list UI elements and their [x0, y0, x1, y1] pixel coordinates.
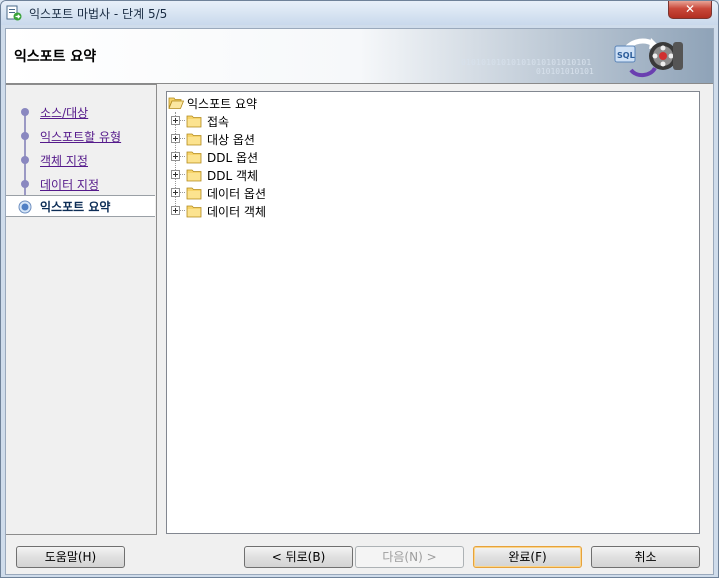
tree-node-label: 데이터 객체 [207, 205, 267, 219]
tree-node-data-objects[interactable]: 데이터 객체 [167, 202, 467, 220]
tree-node-connection[interactable]: 접속 [167, 112, 467, 130]
finish-button[interactable]: 완료(F) [473, 546, 582, 568]
close-icon: ✕ [684, 2, 696, 16]
step-done-icon [21, 132, 29, 140]
tree-connector [180, 138, 185, 140]
close-button[interactable]: ✕ [668, 1, 712, 19]
expand-icon[interactable] [171, 116, 180, 125]
folder-icon [186, 133, 202, 146]
wizard-window: 익스포트 마법사 - 단계 5/5 ✕ 익스포트 요약 010101010101… [0, 0, 719, 578]
tree-node-ddl-objects[interactable]: DDL 객체 [167, 166, 467, 184]
step-specify-objects-link[interactable]: 객체 지정 [40, 152, 88, 169]
tree-node-label: DDL 옵션 [207, 151, 259, 165]
tree-node-label: 접속 [207, 115, 230, 129]
header-binary-decoration-2: 010101010101 [536, 67, 594, 76]
tree-root-node[interactable]: 익스포트 요약 [167, 94, 467, 112]
step-done-icon [21, 156, 29, 164]
tree-node-ddl-options[interactable]: DDL 옵션 [167, 148, 467, 166]
step-specify-objects[interactable]: 객체 지정 [6, 149, 155, 171]
tree-node-label: DDL 객체 [207, 169, 259, 183]
step-done-icon [21, 108, 29, 116]
step-export-summary[interactable]: 익스포트 요약 [6, 195, 155, 217]
wizard-client-area: 익스포트 요약 01010101010101010101010101 01010… [5, 28, 714, 575]
tree-connector [180, 174, 185, 176]
step-specify-data[interactable]: 데이터 지정 [6, 173, 155, 195]
tree-node-label: 대상 옵션 [207, 133, 255, 147]
folder-icon [186, 151, 202, 164]
expand-icon[interactable] [171, 170, 180, 179]
step-source-target[interactable]: 소스/대상 [6, 101, 155, 123]
back-button[interactable]: < 뒤로(B) [244, 546, 353, 568]
step-done-icon [21, 180, 29, 188]
step-export-types-link[interactable]: 익스포트할 유형 [40, 128, 121, 145]
open-folder-icon [168, 97, 184, 109]
tree-root-label: 익스포트 요약 [187, 97, 258, 111]
header-binary-decoration: 01010101010101010101010101 [461, 58, 592, 67]
folder-icon [186, 115, 202, 128]
folder-icon [186, 187, 202, 200]
wizard-steps-pane: 소스/대상 익스포트할 유형 객체 지정 데이터 지정 익스포트 요약 [6, 84, 157, 535]
folder-icon [186, 205, 202, 218]
step-specify-data-link[interactable]: 데이터 지정 [40, 176, 99, 193]
tree-connector [180, 156, 185, 158]
wizard-header: 익스포트 요약 01010101010101010101010101 01010… [6, 29, 713, 84]
export-app-icon [6, 5, 22, 21]
page-title: 익스포트 요약 [14, 49, 97, 65]
tree-node-target-options[interactable]: 대상 옵션 [167, 130, 467, 148]
summary-tree[interactable]: 익스포트 요약 접속 대상 옵션 DDL 옵션 DDL 객체 데이터 옵션 데이… [166, 91, 700, 534]
expand-icon[interactable] [171, 134, 180, 143]
step-export-types[interactable]: 익스포트할 유형 [6, 125, 155, 147]
cancel-button[interactable]: 취소 [591, 546, 700, 568]
sql-export-graphic-icon: SQL [614, 38, 683, 77]
tree-node-data-options[interactable]: 데이터 옵션 [167, 184, 467, 202]
tree-node-label: 데이터 옵션 [207, 187, 267, 201]
tree-connector [180, 210, 185, 212]
step-current-icon [18, 200, 32, 214]
help-button[interactable]: 도움말(H) [16, 546, 125, 568]
expand-icon[interactable] [171, 152, 180, 161]
tree-connector [180, 192, 185, 194]
folder-icon [186, 169, 202, 182]
expand-icon[interactable] [171, 206, 180, 215]
sql-graphic-label: SQL [617, 51, 635, 60]
tree-connector [180, 120, 185, 122]
step-source-target-link[interactable]: 소스/대상 [40, 104, 88, 121]
window-title: 익스포트 마법사 - 단계 5/5 [29, 7, 168, 21]
step-export-summary-label: 익스포트 요약 [40, 200, 111, 214]
expand-icon[interactable] [171, 188, 180, 197]
title-bar[interactable]: 익스포트 마법사 - 단계 5/5 ✕ [1, 1, 718, 25]
next-button[interactable]: 다음(N) > [355, 546, 464, 568]
